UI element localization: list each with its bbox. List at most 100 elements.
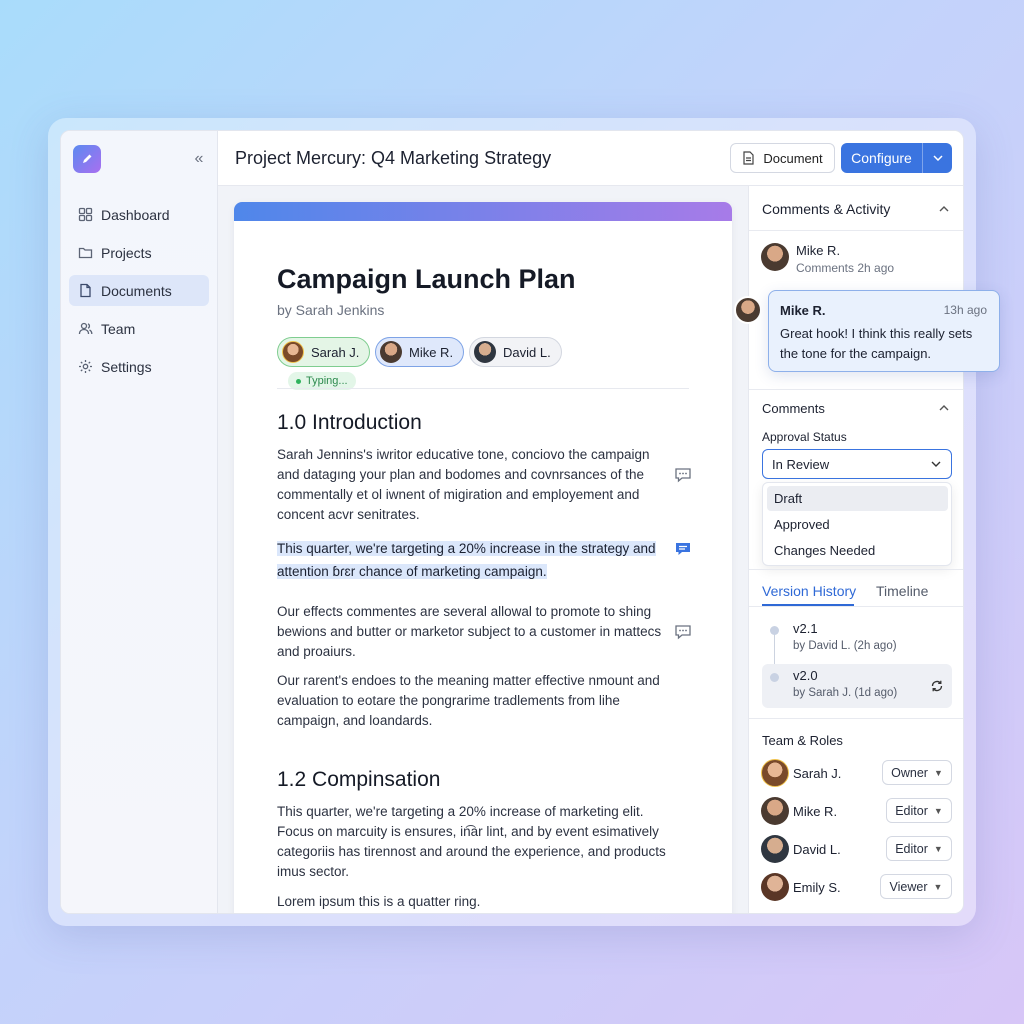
approval-status-select[interactable]: In Review <box>762 449 952 479</box>
divider <box>749 718 963 719</box>
version-author: by David L. (2h ago) <box>793 640 897 652</box>
comment-author: Mike R. <box>780 303 826 318</box>
timeline-dot <box>770 626 779 635</box>
timeline-dot <box>770 673 779 682</box>
tab-version-history[interactable]: Version History <box>762 583 856 599</box>
collapse-sidebar-icon[interactable]: « <box>189 149 209 169</box>
document-author: by Sarah Jenkins <box>277 302 385 318</box>
paragraph: Sarah Jennins's iwritor educative tone, … <box>277 447 650 522</box>
collaborator-chip[interactable]: Sarah J. <box>277 337 371 367</box>
role-value: Editor <box>895 841 928 856</box>
role-select[interactable]: Owner ▼ <box>882 760 952 785</box>
comment-bubble[interactable]: Mike R. 13h ago Great hook! I think this… <box>768 290 1000 372</box>
team-heading: Team & Roles <box>762 733 843 748</box>
divider <box>749 569 963 570</box>
avatar <box>761 797 789 825</box>
paragraph: This quarter, we're targeting a 20% incr… <box>277 804 666 879</box>
chevron-up-icon[interactable] <box>938 203 950 215</box>
sidebar-item-label: Documents <box>101 282 172 299</box>
sidebar-item-label: Team <box>101 320 136 337</box>
avatar <box>474 341 496 363</box>
role-select[interactable]: Editor ▼ <box>886 836 952 861</box>
page-header-band <box>234 202 732 221</box>
activity-meta: Comments 2h ago <box>796 261 895 275</box>
document-page: Campaign Launch Plan by Sarah Jenkins Sa… <box>234 202 732 913</box>
option-approved[interactable]: Approved <box>767 512 948 537</box>
sidebar-item-team[interactable]: Team <box>69 313 209 344</box>
collaborator-name: Sarah J. <box>311 344 360 360</box>
version-number: v2.1 <box>793 621 818 636</box>
activity-heading: Comments & Activity <box>762 201 891 217</box>
version-number: v2.0 <box>793 668 818 683</box>
version-item[interactable]: v2.0 by Sarah J. (1d ago) <box>762 664 952 708</box>
divider <box>749 389 963 390</box>
configure-button-label: Configure <box>851 150 912 166</box>
section-heading: 1.2 Compinsation <box>277 768 441 791</box>
sidebar-item-settings[interactable]: Settings <box>69 351 209 382</box>
avatar <box>734 296 762 324</box>
document-button[interactable]: Document <box>730 143 835 173</box>
sidebar-item-projects[interactable]: Projects <box>69 237 209 268</box>
typing-dot <box>296 378 301 384</box>
collaborator-chip[interactable]: David L. <box>469 337 562 367</box>
version-item[interactable]: v2.1 by David L. (2h ago) <box>762 617 952 661</box>
document-button-label: Document <box>763 150 823 166</box>
section-heading: 1.0 Introduction <box>277 411 422 434</box>
role-select[interactable]: Editor ▼ <box>886 798 952 823</box>
avatar <box>761 759 789 787</box>
comment-time: 13h ago <box>943 303 987 317</box>
comment-text: Great hook! I think this really sets the… <box>780 326 973 361</box>
approval-dropdown: Draft Approved Changes Needed <box>762 482 952 566</box>
divider <box>749 230 963 231</box>
folder-icon <box>78 247 93 259</box>
role-select[interactable]: Viewer ▼ <box>880 874 952 899</box>
collaborator-chip[interactable]: Mike R. <box>375 337 465 367</box>
option-changes-needed[interactable]: Changes Needed <box>767 538 948 563</box>
document-title: Campaign Launch Plan <box>277 264 576 294</box>
sidebar-item-label: Settings <box>101 358 152 375</box>
chevron-up-icon[interactable] <box>938 402 950 414</box>
role-value: Owner <box>891 765 928 780</box>
sidebar-item-dashboard[interactable]: Dashboard <box>69 199 209 230</box>
highlighted-paragraph: This quarter, we're targeting a 20% incr… <box>277 537 667 583</box>
comment-active-icon[interactable] <box>674 541 692 557</box>
version-author: by Sarah J. (1d ago) <box>793 687 898 699</box>
chevron-down-icon <box>931 461 941 467</box>
sidebar-item-documents[interactable]: Documents <box>69 275 209 306</box>
collaborator-name: Mike R. <box>409 344 454 360</box>
comments-heading: Comments <box>762 401 825 416</box>
avatar <box>761 243 789 271</box>
option-draft[interactable]: Draft <box>767 486 948 511</box>
chevron-down-icon[interactable] <box>922 143 952 173</box>
approval-label: Approval Status <box>762 430 847 444</box>
typing-label: Typing... <box>306 375 348 387</box>
divider <box>277 388 689 389</box>
sidebar: « Dashboard Projects Documents Team Sett… <box>61 131 218 913</box>
gear-icon <box>79 360 92 373</box>
document-icon <box>80 283 91 298</box>
page-title: Project Mercury: Q4 Marketing Strategy <box>235 148 552 168</box>
comment-icon[interactable] <box>674 467 692 483</box>
chevron-down-icon: ▼ <box>933 767 943 778</box>
avatar <box>380 341 402 363</box>
avatar <box>761 835 789 863</box>
app-logo[interactable] <box>73 145 101 173</box>
restore-icon[interactable] <box>930 679 944 693</box>
avatar <box>282 341 304 363</box>
avatar <box>761 873 789 901</box>
highlighted-text: This quarter, we're targeting a 20% incr… <box>277 541 656 579</box>
comment-icon[interactable] <box>674 624 692 640</box>
chevron-down-icon: ▼ <box>933 805 943 816</box>
role-value: Editor <box>895 803 928 818</box>
team-member-name: Mike R. <box>793 804 838 819</box>
team-member-name: Sarah J. <box>793 766 842 781</box>
paragraph: Our rarent's endoes to the meaning matte… <box>277 673 660 728</box>
users-icon <box>78 322 93 335</box>
tab-timeline[interactable]: Timeline <box>876 583 928 599</box>
chevron-down-icon: ▼ <box>933 881 943 892</box>
divider <box>749 606 963 607</box>
team-member-name: David L. <box>793 842 841 857</box>
configure-button[interactable]: Configure <box>841 143 952 173</box>
sidebar-item-label: Projects <box>101 244 152 261</box>
document-area: Campaign Launch Plan by Sarah Jenkins Sa… <box>218 186 748 913</box>
